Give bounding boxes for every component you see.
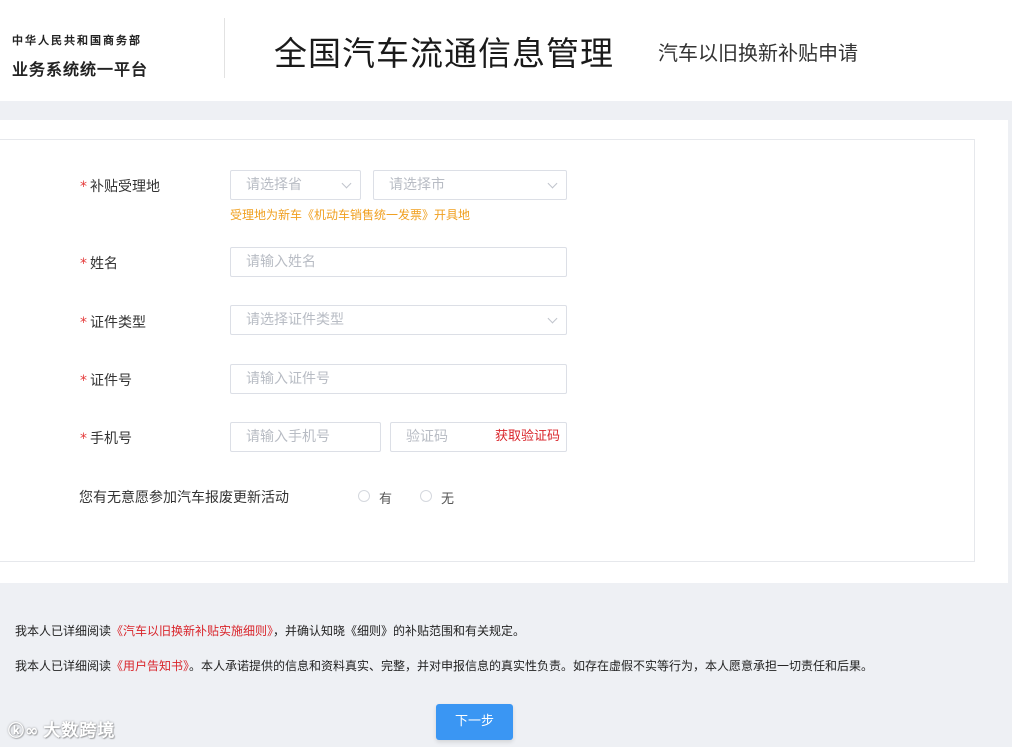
page-title: 全国汽车流通信息管理 <box>274 34 614 73</box>
id-type-label: * 证件类型 <box>80 315 146 331</box>
radio-no-label[interactable]: 无 <box>441 488 454 507</box>
chevron-down-icon <box>547 313 558 324</box>
agreement-rules: 我本人已详细阅读《汽车以旧换新补贴实施细则》，并确认知晓《细则》的补贴范围和有关… <box>15 624 526 638</box>
watermark: ⓚ∞ 大数跨境 <box>8 716 115 741</box>
rules-link[interactable]: 《汽车以旧换新补贴实施细则》 <box>111 624 273 638</box>
header: 中华人民共和国商务部 业务系统统一平台 全国汽车流通信息管理 汽车以旧换新补贴申… <box>0 0 1012 101</box>
name-label: * 姓名 <box>80 256 118 272</box>
phone-label: * 手机号 <box>80 431 132 447</box>
header-divider <box>224 18 225 78</box>
phone-input[interactable]: 请输入手机号 <box>230 422 381 452</box>
required-mark: * <box>80 179 87 195</box>
page-subtitle: 汽车以旧换新补贴申请 <box>658 41 858 65</box>
radio-yes[interactable] <box>358 490 370 502</box>
chevron-down-icon <box>341 178 352 189</box>
id-number-input[interactable]: 请输入证件号 <box>230 364 567 394</box>
province-select[interactable]: 请选择省 <box>230 170 361 200</box>
watermark-text: 大数跨境 <box>43 721 116 741</box>
radio-yes-label[interactable]: 有 <box>379 488 392 507</box>
watermark-logo-icon: ⓚ∞ <box>8 721 40 740</box>
radio-no[interactable] <box>420 490 432 502</box>
agreement-notice: 我本人已详细阅读《用户告知书》。本人承诺提供的信息和资料真实、完整，并对申报信息… <box>15 659 874 673</box>
platform-name: 业务系统统一平台 <box>12 60 149 79</box>
get-code-button[interactable]: 获取验证码 <box>495 423 560 451</box>
next-step-button[interactable]: 下一步 <box>436 704 513 740</box>
name-input[interactable]: 请输入姓名 <box>230 247 567 277</box>
id-type-select[interactable]: 请选择证件类型 <box>230 305 567 335</box>
scrap-question: 您有无意愿参加汽车报废更新活动 <box>79 490 289 506</box>
org-name-small: 中华人民共和国商务部 <box>12 34 142 47</box>
id-number-label: * 证件号 <box>80 373 132 389</box>
chevron-down-icon <box>547 178 558 189</box>
user-notice-link[interactable]: 《用户告知书》 <box>111 659 189 673</box>
location-hint: 受理地为新车《机动车销售统一发票》开具地 <box>230 208 471 222</box>
city-select[interactable]: 请选择市 <box>373 170 567 200</box>
verification-code-input[interactable]: 验证码 获取验证码 <box>390 422 567 452</box>
location-label: * 补贴受理地 <box>80 179 160 195</box>
